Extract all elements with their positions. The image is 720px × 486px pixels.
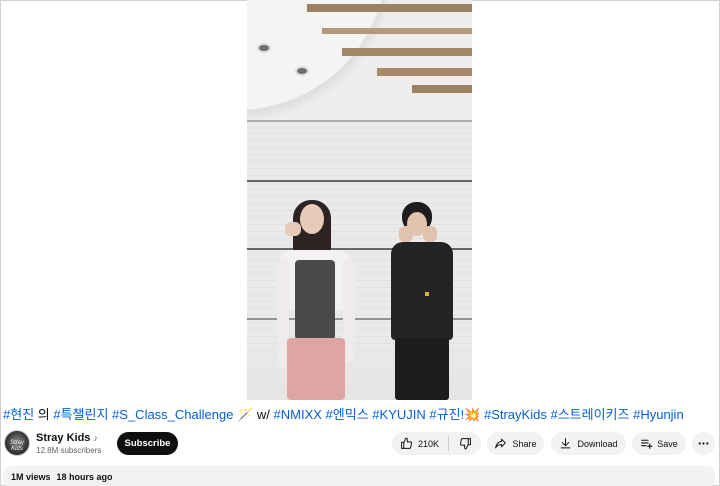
thumbs-down-icon: [459, 438, 471, 450]
subscriber-count: 12.8M subscribers: [36, 446, 102, 455]
title-text: w/: [253, 407, 274, 422]
share-label: Share: [512, 438, 537, 449]
save-button[interactable]: Save: [632, 432, 686, 455]
hashtag-link[interactable]: #스트레이키즈: [550, 407, 629, 422]
playlist-add-icon: [641, 439, 653, 449]
download-button[interactable]: Download: [551, 432, 626, 455]
hashtag-link[interactable]: #NMIXX: [274, 407, 322, 422]
like-dislike-group: 210K: [392, 432, 481, 455]
download-icon: [561, 438, 571, 449]
hashtag-link[interactable]: #Hyunjin: [633, 407, 684, 422]
hashtag-link[interactable]: #S_Class_Challenge: [112, 407, 233, 422]
video-ceiling: [247, 0, 472, 120]
hashtag-link[interactable]: #규진!: [429, 407, 464, 422]
dislike-button[interactable]: [449, 432, 481, 455]
hashtag-link[interactable]: #현진: [3, 407, 34, 422]
share-button[interactable]: Share: [487, 432, 544, 455]
channel-name-label[interactable]: Stray Kids: [36, 432, 90, 444]
video-player[interactable]: [247, 0, 472, 400]
channel-action-row: Stray Kids Stray Kids ♪ 12.8M subscribers…: [0, 430, 720, 458]
thumbs-up-icon: [401, 437, 413, 449]
hashtag-link[interactable]: #특챌린지: [53, 407, 108, 422]
music-note-icon: ♪: [93, 433, 98, 443]
view-count: 1M views: [11, 472, 51, 482]
hashtag-link[interactable]: #KYUJIN: [372, 407, 425, 422]
avatar-logo-text: Stray Kids: [9, 440, 24, 452]
title-text: 💥: [464, 407, 481, 422]
more-horizontal-icon: [698, 442, 709, 445]
description-box[interactable]: 1M views 18 hours ago: [3, 466, 715, 486]
video-title: #현진 의 #특챌린지 #S_Class_Challenge 🪄 w/ #NMI…: [3, 405, 717, 425]
title-text: 🪄: [237, 407, 254, 422]
hashtag-link[interactable]: #엔믹스: [326, 407, 369, 422]
video-person-left: [275, 198, 375, 400]
channel-avatar[interactable]: Stray Kids: [4, 430, 30, 456]
hashtag-link[interactable]: #StrayKids: [484, 407, 547, 422]
save-label: Save: [657, 438, 678, 449]
like-count: 210K: [418, 438, 440, 449]
share-arrow-icon: [495, 438, 507, 449]
upload-time: 18 hours ago: [56, 472, 113, 482]
title-text: 의: [34, 407, 54, 422]
like-button[interactable]: 210K: [392, 432, 448, 455]
channel-name[interactable]: Stray Kids ♪: [36, 432, 98, 444]
more-actions-button[interactable]: [692, 432, 715, 455]
video-person-right: [385, 200, 460, 400]
download-label: Download: [577, 438, 618, 449]
subscribe-button[interactable]: Subscribe: [117, 432, 178, 455]
